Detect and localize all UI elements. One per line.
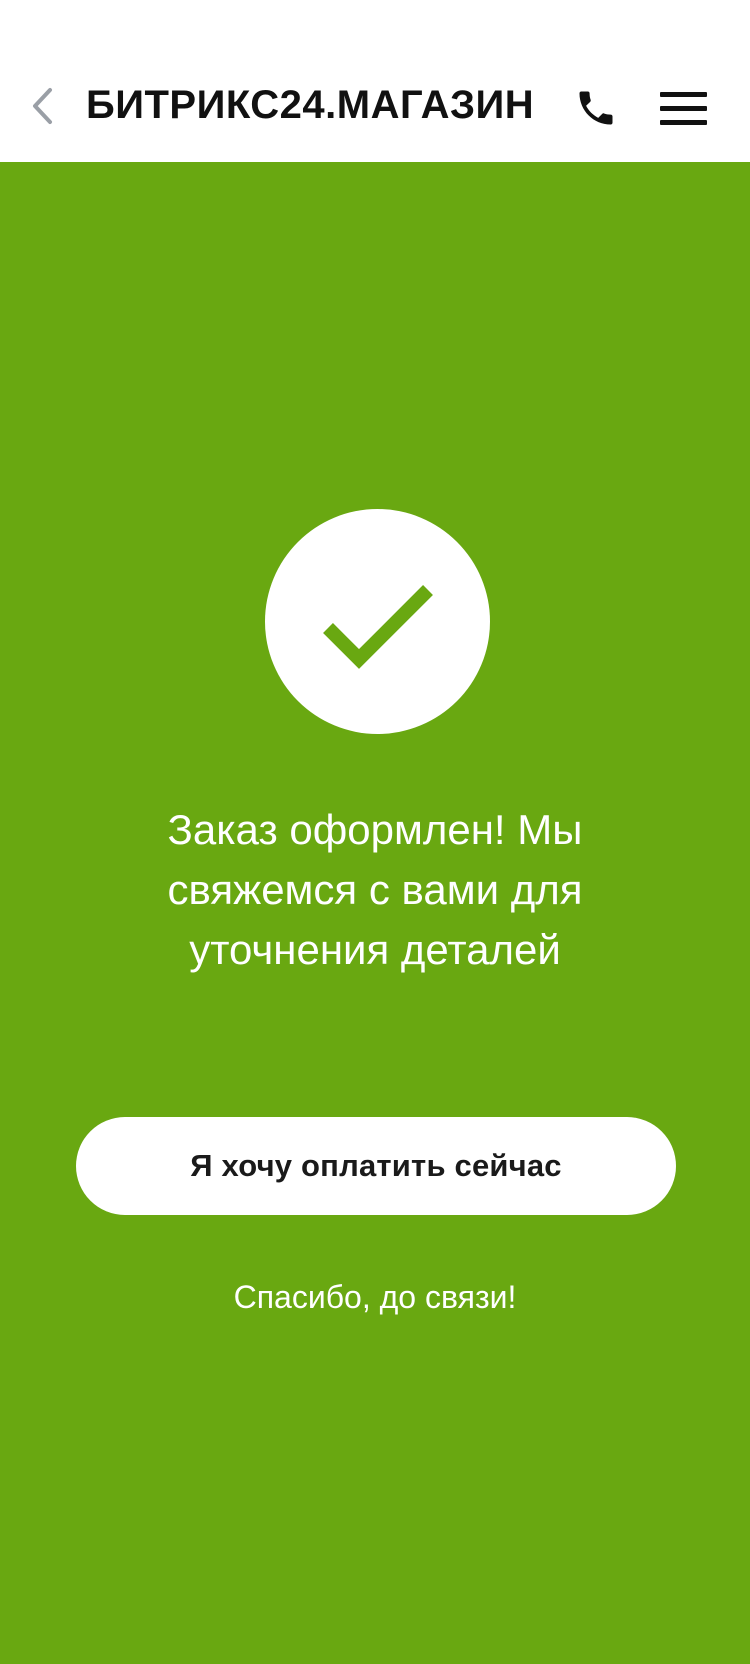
back-button[interactable] [22,82,62,130]
order-success-message: Заказ оформлен! Мы свяжемся с вами для у… [167,806,583,973]
phone-icon [579,91,613,125]
hamburger-menu-button[interactable] [660,82,712,134]
success-badge [265,509,490,734]
status-bar [0,0,750,48]
menu-line-icon [660,119,707,125]
app-header: БИТРИКС24.МАГАЗИН [0,48,750,162]
call-button[interactable] [570,82,622,134]
checkmark-icon [322,584,433,669]
menu-line-icon [660,105,707,111]
menu-line-icon [660,91,707,97]
thanks-link[interactable]: Спасибо, до связи! [0,1270,750,1324]
pay-now-button[interactable]: Я хочу оплатить сейчас [76,1117,676,1215]
chevron-left-icon [33,88,52,124]
store-title: БИТРИКС24.МАГАЗИН [86,83,535,127]
